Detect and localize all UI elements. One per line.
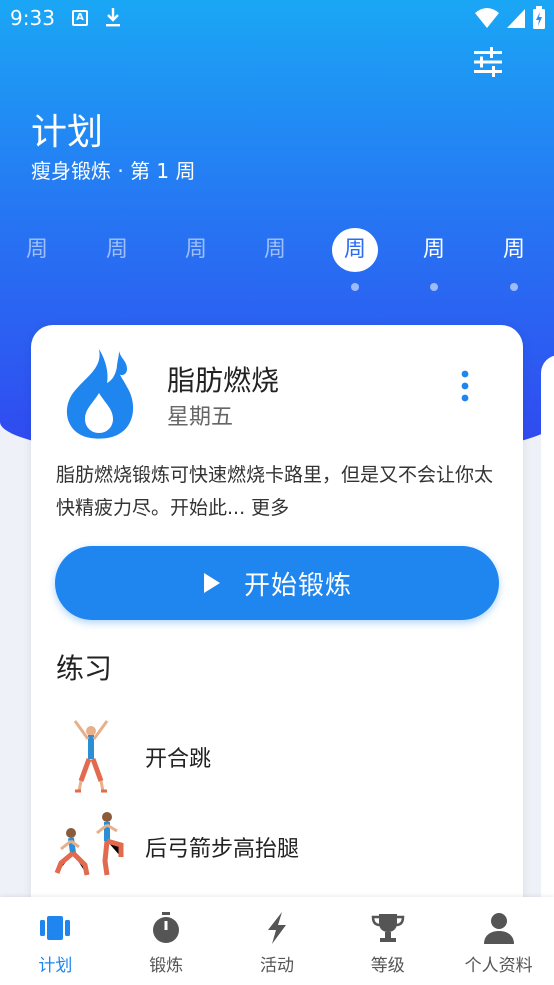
nav-label: 计划	[38, 956, 73, 976]
week-label: 周	[263, 237, 286, 262]
week-label: 周	[105, 237, 128, 262]
nav-label: 等级	[370, 956, 405, 976]
status-time: 9:33	[10, 6, 55, 30]
lunge-high-knee-illustration	[54, 812, 124, 876]
notification-a-icon: A	[72, 10, 88, 26]
exercise-name: 开合跳	[145, 747, 212, 772]
week-label: 周	[332, 228, 378, 272]
nav-label: 个人资料	[464, 956, 533, 976]
jumping-jack-illustration	[73, 720, 109, 793]
week-dot	[510, 283, 518, 291]
next-workout-card-peek[interactable]	[541, 355, 554, 915]
week-item-1[interactable]: 周	[14, 228, 60, 272]
workout-day: 星期五	[167, 405, 234, 430]
trophy-icon	[371, 914, 405, 942]
week-item-6[interactable]: 周	[411, 228, 457, 291]
download-icon	[106, 8, 120, 27]
week-label: 周	[25, 237, 48, 262]
week-item-7[interactable]: 周	[491, 228, 537, 291]
stopwatch-icon	[153, 912, 180, 943]
workout-card: 脂肪燃烧 星期五 脂肪燃烧锻炼可快速燃烧卡路里，但是又不会让你太快精疲力尽。开始…	[31, 325, 523, 945]
person-icon	[483, 913, 514, 944]
start-workout-label: 开始锻炼	[243, 570, 352, 601]
bottom-navigation: 计划 锻炼 活动 等级 个人资料	[0, 897, 554, 985]
more-options-icon[interactable]	[453, 369, 477, 403]
filter-settings-icon[interactable]	[472, 46, 504, 78]
nav-label: 活动	[259, 956, 294, 976]
week-label: 周	[502, 237, 525, 262]
nav-item-profile[interactable]: 个人资料	[443, 897, 554, 985]
week-item-4[interactable]: 周	[252, 228, 298, 272]
nav-item-plan[interactable]: 计划	[0, 897, 111, 985]
nav-label: 锻炼	[149, 956, 184, 976]
exercise-item[interactable]: 开合跳	[47, 719, 507, 795]
week-label: 周	[422, 237, 445, 262]
start-workout-button[interactable]: 开始锻炼	[55, 546, 499, 620]
cellular-icon	[507, 9, 525, 28]
week-dot	[351, 283, 359, 291]
week-item-3[interactable]: 周	[173, 228, 219, 272]
wifi-icon	[475, 8, 499, 28]
plan-subtitle: 瘦身锻炼 · 第 1 周	[31, 159, 196, 183]
week-dot	[430, 283, 438, 291]
nav-item-level[interactable]: 等级	[332, 897, 443, 985]
week-item-5[interactable]: 周	[332, 228, 378, 291]
exercises-heading: 练习	[56, 652, 113, 685]
workout-description[interactable]: 脂肪燃烧锻炼可快速燃烧卡路里，但是又不会让你太快精疲力尽。开始此... 更多	[56, 459, 496, 525]
exercise-name: 后弓箭步高抬腿	[145, 837, 300, 862]
nav-item-activity[interactable]: 活动	[222, 897, 333, 985]
flame-icon	[66, 349, 134, 439]
exercise-item[interactable]: 后弓箭步高抬腿	[47, 809, 507, 885]
week-label: 周	[184, 237, 207, 262]
plan-icon	[40, 916, 71, 940]
lightning-icon	[267, 912, 286, 944]
workout-title: 脂肪燃烧	[167, 364, 280, 397]
week-item-2[interactable]: 周	[94, 228, 140, 272]
nav-item-workout[interactable]: 锻炼	[111, 897, 222, 985]
status-bar: 9:33 A	[0, 0, 554, 40]
week-selector: 周 周 周 周 周 周 周	[0, 228, 554, 292]
play-icon	[203, 573, 220, 593]
battery-icon	[533, 6, 545, 29]
page-title: 计划	[31, 112, 104, 153]
